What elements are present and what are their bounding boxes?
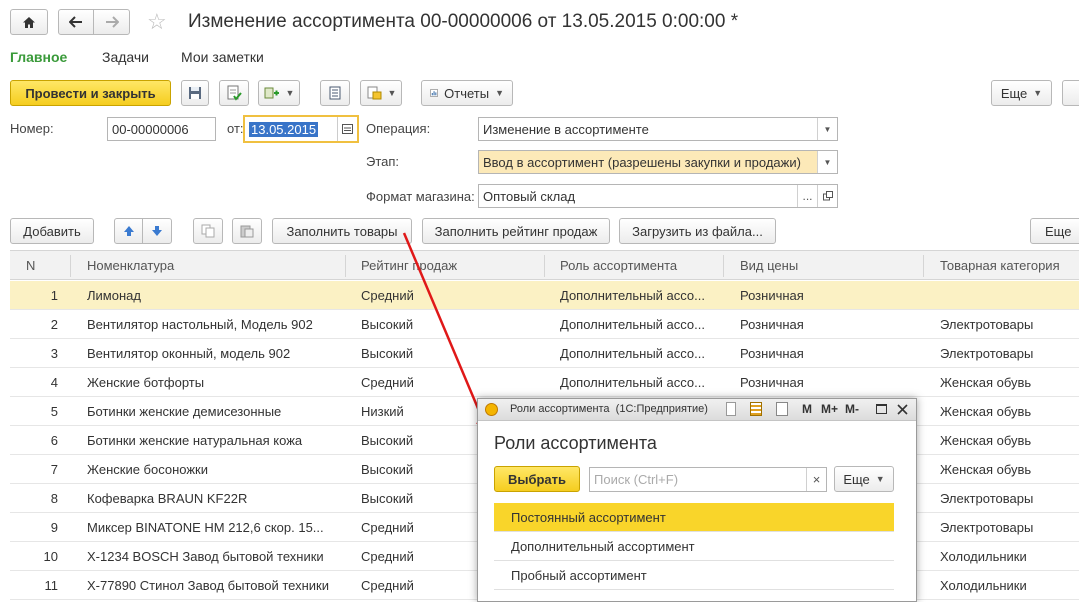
choose-button[interactable]: Выбрать — [494, 466, 580, 492]
dialog-titlebar: Роли ассортимента (1С:Предприятие) M M+ … — [478, 399, 916, 421]
calculator-icon[interactable] — [750, 402, 762, 416]
list-item[interactable] — [494, 590, 894, 601]
document-icon[interactable] — [726, 402, 736, 416]
memory-plus-button[interactable]: M+ — [821, 402, 838, 416]
assortment-roles-dialog: Роли ассортимента (1С:Предприятие) M M+ … — [477, 398, 917, 602]
dialog-titlebar-text: Роли ассортимента (1С:Предприятие) — [510, 403, 708, 415]
search-input[interactable]: Поиск (Ctrl+F) × — [589, 467, 827, 492]
memory-button[interactable]: M — [802, 402, 812, 416]
app-logo-icon — [485, 403, 498, 416]
memory-minus-button[interactable]: M- — [845, 402, 859, 416]
clear-search-icon[interactable]: × — [806, 468, 826, 491]
list-item[interactable]: Постоянный ассортимент — [494, 503, 894, 532]
close-icon[interactable] — [897, 404, 908, 415]
maximize-icon[interactable] — [876, 404, 887, 414]
calendar-icon[interactable] — [776, 402, 788, 416]
dialog-more-label: Еще — [843, 471, 870, 487]
dialog-heading: Роли ассортимента — [494, 433, 657, 453]
list-item[interactable]: Пробный ассортимент — [494, 561, 894, 590]
search-placeholder: Поиск (Ctrl+F) — [594, 472, 679, 487]
dialog-more-button[interactable]: Еще ▼ — [834, 466, 894, 492]
list-item[interactable]: Дополнительный ассортимент — [494, 532, 894, 561]
